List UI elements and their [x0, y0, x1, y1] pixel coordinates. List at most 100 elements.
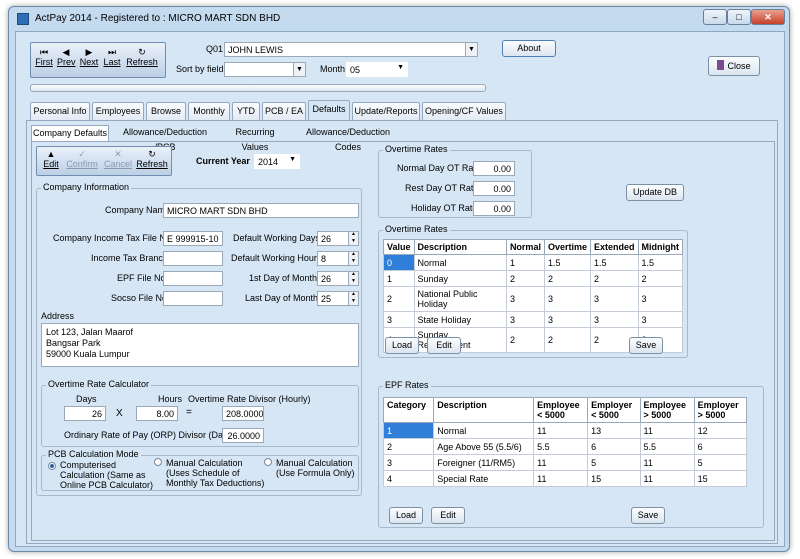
table-cell[interactable]: 3: [505, 311, 545, 328]
table-cell[interactable]: 11: [533, 470, 589, 487]
sort-field-select[interactable]: ▼: [224, 62, 306, 77]
tax-branch-field[interactable]: [163, 251, 223, 266]
table-row[interactable]: 4 Special Rate 11 15 11 15: [382, 470, 748, 487]
table-cell[interactable]: 4: [382, 470, 435, 487]
table-cell[interactable]: Age Above 55 (5.5/6): [433, 438, 535, 455]
table-cell[interactable]: Normal: [433, 422, 535, 439]
table-cell[interactable]: 1.5: [543, 254, 591, 271]
prev-button[interactable]: ◀ Prev: [57, 47, 76, 67]
table-cell[interactable]: Foreigner (11/RM5): [433, 454, 535, 471]
table-cell[interactable]: State Holiday: [413, 311, 507, 328]
hours-field[interactable]: 8.00: [136, 406, 178, 421]
table-cell[interactable]: 2: [383, 286, 415, 312]
column-header[interactable]: Employer < 5000: [587, 397, 641, 423]
table-cell[interactable]: 3: [637, 311, 683, 328]
table-cell[interactable]: 0: [383, 254, 415, 271]
about-button[interactable]: About: [502, 40, 556, 57]
address-field[interactable]: Lot 123, Jalan Maarof Bangsar Park 59000…: [41, 323, 359, 367]
subtab-recurring-values[interactable]: Recurring Values: [221, 125, 289, 152]
column-header[interactable]: Extended: [589, 239, 639, 255]
table-cell[interactable]: 6: [587, 438, 641, 455]
table-cell[interactable]: 6: [693, 438, 748, 455]
table-cell[interactable]: 2: [637, 270, 683, 287]
table-cell[interactable]: 2: [543, 270, 591, 287]
spinner-icon[interactable]: ▲ ▼: [348, 232, 358, 245]
table-cell[interactable]: Sunday: [413, 270, 507, 287]
edit-button[interactable]: ▲ Edit: [41, 149, 61, 169]
minimize-button[interactable]: –: [703, 9, 727, 25]
ot-load-button[interactable]: Load: [385, 337, 419, 354]
maximize-button[interactable]: □: [727, 9, 751, 25]
column-header[interactable]: Normal: [505, 239, 545, 255]
epf-field[interactable]: [163, 271, 223, 286]
table-cell[interactable]: 3: [589, 286, 639, 312]
table-cell[interactable]: 11: [533, 454, 589, 471]
radio-computerised[interactable]: [48, 462, 56, 470]
column-header[interactable]: Overtime: [543, 239, 591, 255]
table-cell[interactable]: 3: [543, 311, 591, 328]
working-days-field[interactable]: 26 ▲ ▼: [317, 231, 359, 246]
table-cell[interactable]: 5: [587, 454, 641, 471]
table-cell[interactable]: 2: [543, 327, 591, 353]
last-day-field[interactable]: 25 ▲ ▼: [317, 291, 359, 306]
table-cell[interactable]: 13: [587, 422, 641, 439]
column-header[interactable]: Midnight: [637, 239, 683, 255]
table-row[interactable]: 3 Foreigner (11/RM5) 11 5 11 5: [382, 454, 748, 471]
holiday-ot-field[interactable]: 0.00: [473, 201, 515, 216]
table-cell[interactable]: 5.5: [639, 438, 695, 455]
tab-employees[interactable]: Employees: [92, 102, 144, 120]
table-cell[interactable]: 11: [639, 454, 695, 471]
working-hours-field[interactable]: 8 ▲ ▼: [317, 251, 359, 266]
month-select[interactable]: 05 ▼: [346, 62, 408, 77]
subtab-allowance-deduction-codes[interactable]: Allowance/Deduction Codes: [293, 125, 403, 152]
normal-ot-field[interactable]: 0.00: [473, 161, 515, 176]
table-cell[interactable]: 11: [639, 470, 695, 487]
table-row[interactable]: 2 Age Above 55 (5.5/6) 5.5 6 5.5 6: [382, 438, 748, 455]
radio-manual-formula[interactable]: [264, 458, 272, 466]
table-row[interactable]: 2 National Public Holiday 3 3 3 3: [383, 286, 683, 312]
rest-ot-field[interactable]: 0.00: [473, 181, 515, 196]
spinner-icon[interactable]: ▲ ▼: [348, 292, 358, 305]
spinner-icon[interactable]: ▲ ▼: [348, 252, 358, 265]
days-field[interactable]: 26: [64, 406, 106, 421]
close-button[interactable]: Close: [708, 56, 760, 76]
table-cell[interactable]: 1: [505, 254, 545, 271]
table-cell[interactable]: 1.5: [589, 254, 639, 271]
tab-monthly[interactable]: Monthly: [188, 102, 230, 120]
ot-save-button[interactable]: Save: [629, 337, 663, 354]
table-cell[interactable]: 2: [505, 327, 545, 353]
column-header[interactable]: Value: [383, 239, 415, 255]
confirm-button[interactable]: ✓ Confirm: [65, 149, 99, 169]
column-header[interactable]: Description: [413, 239, 507, 255]
column-header[interactable]: Employee > 5000: [639, 397, 695, 423]
column-header[interactable]: Category: [382, 397, 435, 423]
column-header[interactable]: Description: [433, 397, 535, 423]
tab-personal-info[interactable]: Personal Info: [30, 102, 90, 120]
epf-edit-button[interactable]: Edit: [431, 507, 465, 524]
tax-file-field[interactable]: E 999915-10: [163, 231, 223, 246]
table-cell[interactable]: Normal: [413, 254, 507, 271]
close-window-button[interactable]: ✕: [751, 9, 785, 25]
table-cell[interactable]: 3: [589, 311, 639, 328]
table-row[interactable]: 3 State Holiday 3 3 3 3: [383, 311, 683, 328]
radio-manual-schedule[interactable]: [154, 458, 162, 466]
table-cell[interactable]: 11: [639, 422, 695, 439]
table-row[interactable]: 0 Normal 1 1.5 1.5 1.5: [383, 254, 683, 271]
last-button[interactable]: ⏭ Last: [103, 47, 121, 67]
table-cell[interactable]: 5.5: [533, 438, 589, 455]
employee-select[interactable]: JOHN LEWIS ▼: [224, 42, 478, 57]
table-cell[interactable]: 1: [382, 422, 435, 439]
table-cell[interactable]: 12: [693, 422, 748, 439]
table-cell[interactable]: 11: [533, 422, 589, 439]
refresh-edit-button[interactable]: ↻ Refresh: [135, 149, 169, 169]
table-cell[interactable]: 1.5: [637, 254, 683, 271]
column-header[interactable]: Employer > 5000: [693, 397, 748, 423]
cancel-button[interactable]: ✕ Cancel: [103, 149, 133, 169]
table-row[interactable]: 1 Sunday 2 2 2 2: [383, 270, 683, 287]
table-cell[interactable]: 2: [382, 438, 435, 455]
table-cell[interactable]: 15: [587, 470, 641, 487]
table-cell[interactable]: 3: [382, 454, 435, 471]
epf-load-button[interactable]: Load: [389, 507, 423, 524]
table-cell[interactable]: 3: [543, 286, 591, 312]
spinner-icon[interactable]: ▲ ▼: [348, 272, 358, 285]
